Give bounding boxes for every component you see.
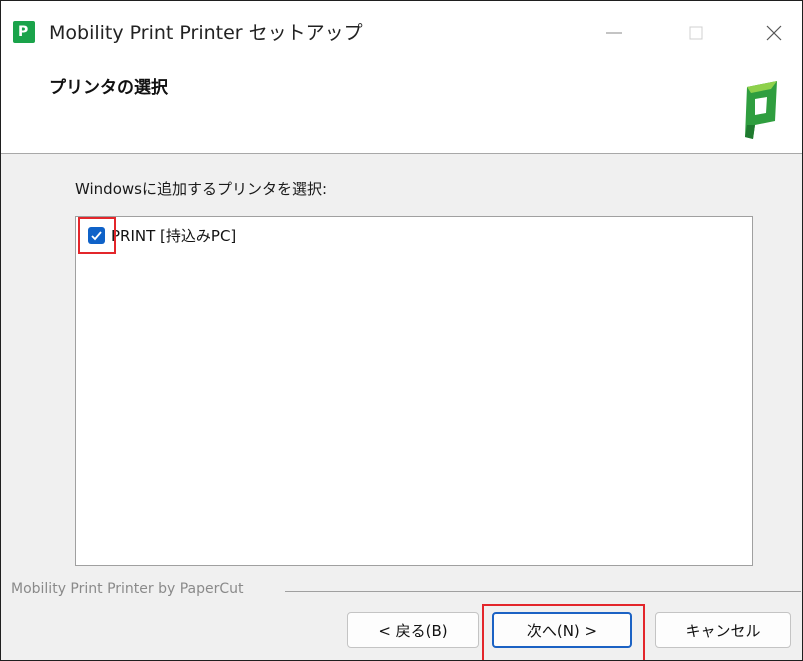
minimize-icon: [606, 32, 622, 34]
wizard-header: プリンタの選択: [1, 61, 802, 154]
footer-divider: [285, 591, 801, 592]
back-button[interactable]: < 戻る(B): [347, 612, 479, 648]
papercut-logo-icon: [745, 81, 777, 139]
close-icon: [766, 25, 782, 41]
printer-label: PRINT [持込みPC]: [111, 226, 237, 245]
wizard-content: Windowsに追加するプリンタを選択: PRINT [持込みPC] Mobil…: [1, 154, 802, 660]
close-button[interactable]: [751, 15, 797, 51]
minimize-button[interactable]: [591, 15, 637, 51]
select-printer-prompt: Windowsに追加するプリンタを選択:: [75, 180, 328, 198]
cancel-button[interactable]: キャンセル: [655, 612, 791, 648]
maximize-button[interactable]: [673, 15, 719, 51]
setup-window: P Mobility Print Printer セットアップ プリンタの選択: [0, 0, 803, 661]
app-icon-glyph: P: [18, 24, 29, 40]
checkbox-highlight-box: [78, 217, 116, 254]
brand-footer-text: Mobility Print Printer by PaperCut: [11, 581, 244, 597]
page-title: プリンタの選択: [49, 78, 168, 98]
window-title: Mobility Print Printer セットアップ: [49, 22, 363, 44]
printer-list[interactable]: PRINT [持込みPC]: [75, 216, 753, 566]
maximize-icon: [689, 26, 703, 40]
title-bar[interactable]: P Mobility Print Printer セットアップ: [1, 1, 802, 61]
next-button-highlight-box: [482, 604, 645, 660]
app-icon: P: [13, 21, 35, 43]
